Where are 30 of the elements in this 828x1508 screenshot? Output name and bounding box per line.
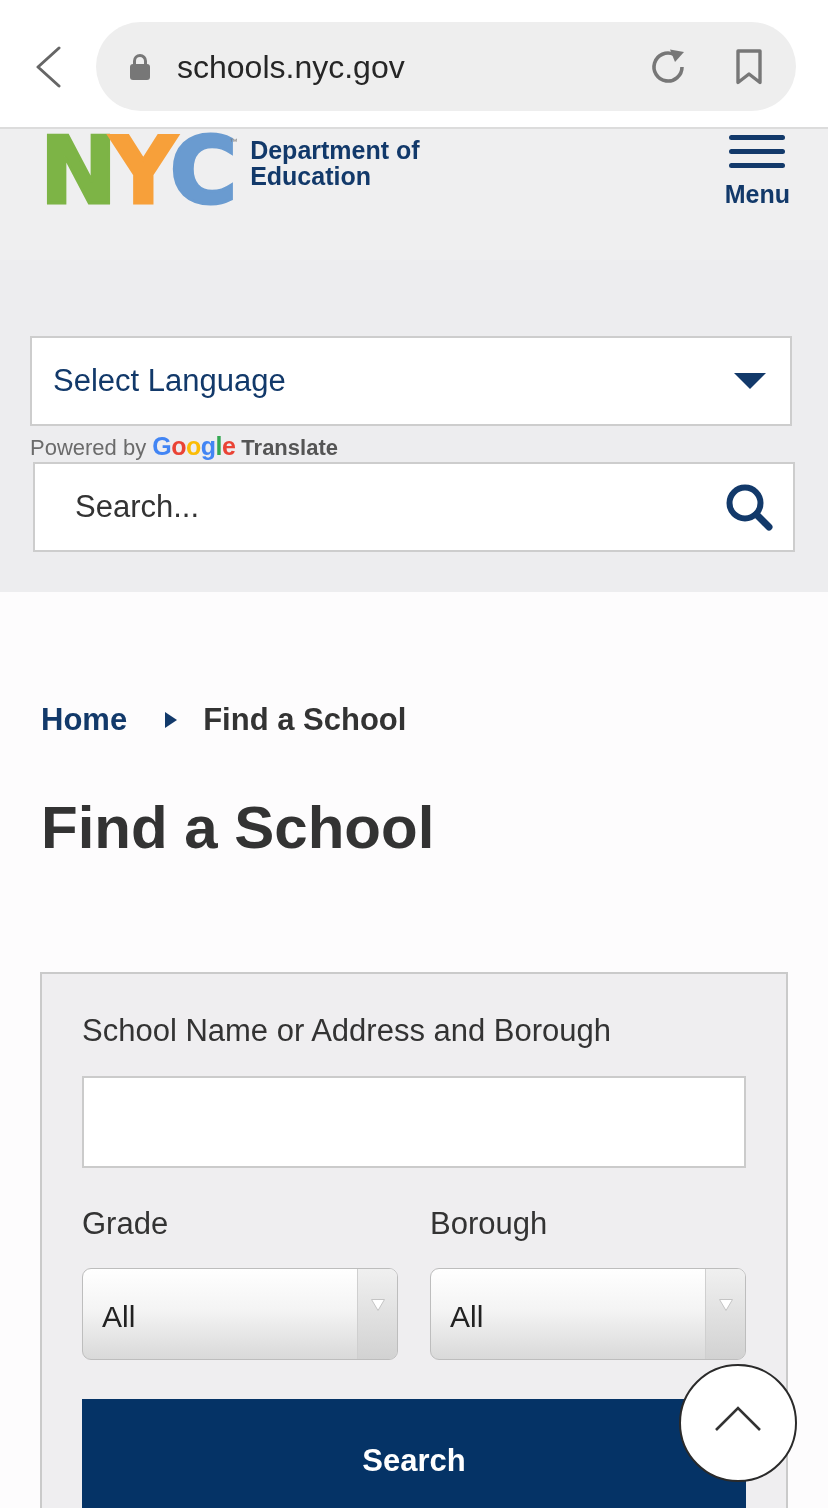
menu-button[interactable]: Menu xyxy=(724,135,790,208)
lock-icon xyxy=(130,53,150,80)
language-select[interactable]: Select Language xyxy=(30,336,792,426)
field-label: Borough xyxy=(430,1206,548,1242)
bookmark-icon[interactable] xyxy=(735,48,763,85)
powered-by-text: Powered by xyxy=(30,434,147,462)
search-icon[interactable] xyxy=(725,483,773,531)
menu-icon xyxy=(729,135,786,168)
department-name: Department of Education xyxy=(250,137,420,189)
triangle-right-icon xyxy=(165,712,178,728)
chevron-up-icon xyxy=(714,1406,762,1432)
chevron-left-icon xyxy=(35,45,61,88)
text-field[interactable] xyxy=(82,1076,746,1168)
dropdown-select[interactable]: All xyxy=(430,1268,746,1360)
caret-down-icon xyxy=(718,1299,733,1311)
back-button[interactable] xyxy=(35,45,61,88)
address-bar[interactable]: schools.nyc.gov xyxy=(96,22,796,111)
breadcrumb-link[interactable]: Home xyxy=(41,700,128,740)
reload-icon[interactable] xyxy=(650,48,686,85)
dropdown-select[interactable]: All xyxy=(82,1268,398,1360)
field-label: School Name or Address and Borough xyxy=(82,1013,612,1049)
breadcrumb-current: Find a School xyxy=(203,701,407,739)
translate-text: Translate xyxy=(241,434,338,462)
caret-down-icon xyxy=(734,373,766,389)
page-title: Find a School xyxy=(41,793,435,863)
search-field[interactable]: Search... xyxy=(33,462,795,552)
field-label: Grade xyxy=(82,1206,169,1242)
url-text: schools.nyc.gov xyxy=(177,47,405,86)
search-button[interactable]: Search xyxy=(82,1399,746,1508)
caret-down-icon xyxy=(370,1299,385,1311)
